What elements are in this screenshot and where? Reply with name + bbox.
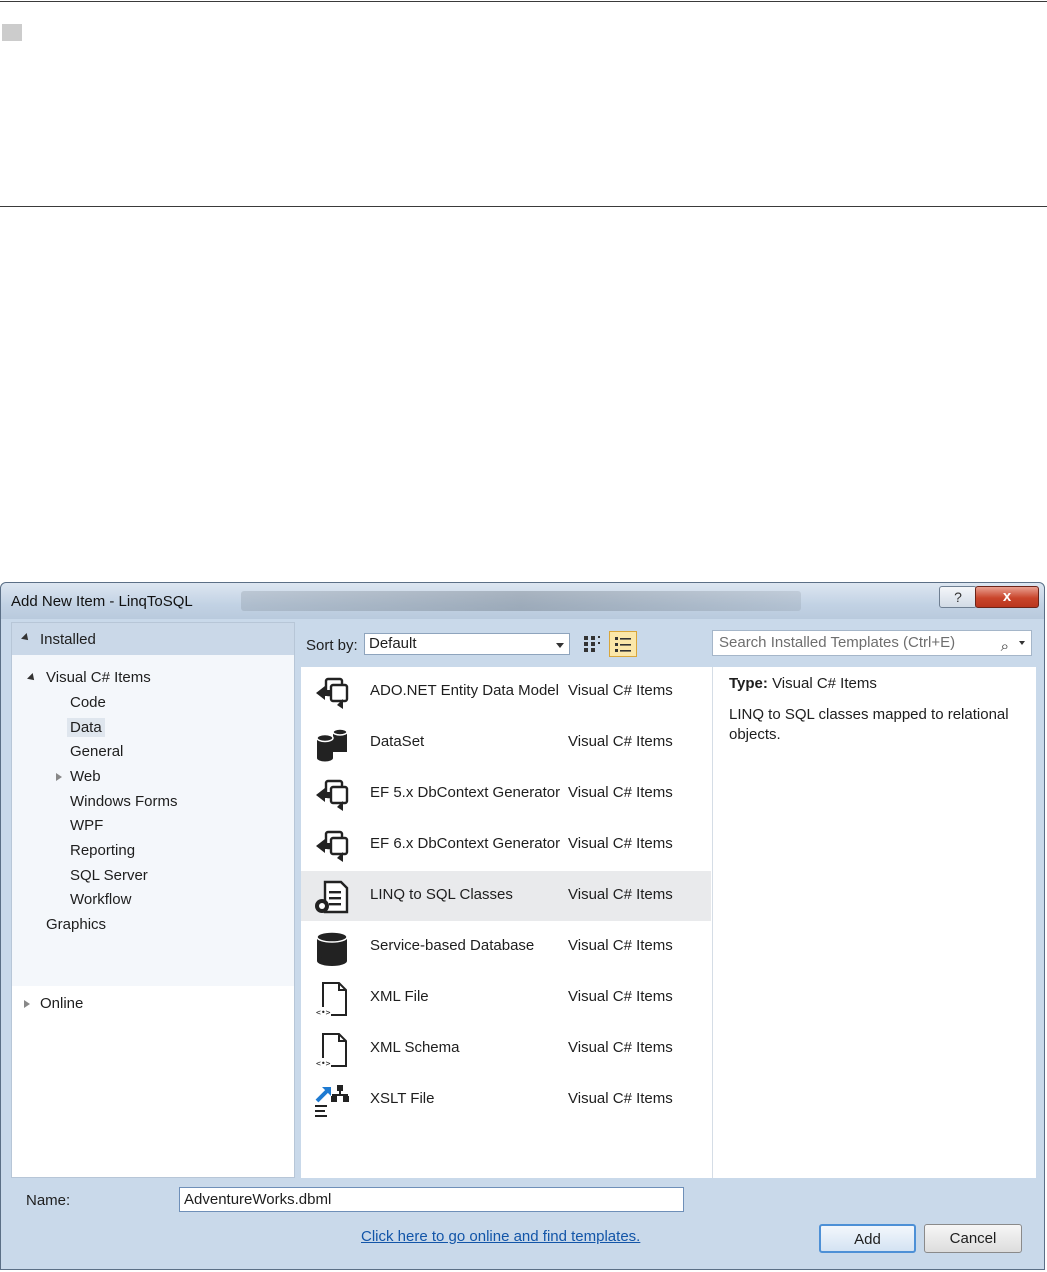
template-row-xml-schema[interactable]: <•> XML Schema Visual C# Items: [301, 1024, 711, 1074]
sort-by-label: Sort by:: [306, 637, 358, 654]
tree-item-code[interactable]: Code: [70, 694, 106, 711]
installed-label: Installed: [40, 631, 96, 648]
template-category: Visual C# Items: [568, 784, 673, 801]
template-list: ADO.NET Entity Data Model Visual C# Item…: [301, 667, 713, 1245]
type-label: Type:: [729, 675, 768, 692]
type-value: Visual C# Items: [772, 675, 877, 692]
template-name: ADO.NET Entity Data Model: [370, 682, 559, 699]
template-category: Visual C# Items: [568, 682, 673, 699]
tree-item-online[interactable]: Online: [40, 995, 83, 1012]
help-button[interactable]: ?: [939, 586, 977, 608]
name-label: Name:: [26, 1192, 71, 1209]
expanded-arrow-icon: [21, 633, 31, 643]
search-templates-input[interactable]: Search Installed Templates (Ctrl+E) ⌕: [712, 630, 1032, 656]
template-row-dataset[interactable]: DataSet Visual C# Items: [301, 718, 711, 768]
svg-text:<•>: <•>: [316, 1059, 331, 1068]
xslt-file-icon: [315, 1085, 349, 1117]
tree-item-visual-csharp-items[interactable]: Visual C# Items: [46, 669, 151, 686]
name-input[interactable]: AdventureWorks.dbml: [179, 1187, 684, 1212]
tree-item-sql-server[interactable]: SQL Server: [70, 867, 148, 884]
entity-model-icon: [316, 830, 349, 862]
template-category: Visual C# Items: [568, 835, 673, 852]
template-name: DataSet: [370, 733, 425, 750]
tree-item-wpf[interactable]: WPF: [70, 817, 103, 834]
template-category: Visual C# Items: [568, 1039, 673, 1056]
template-row-ef-6x-dbcontext-generator[interactable]: EF 6.x DbContext Generator Visual C# Ite…: [301, 820, 711, 870]
template-row-ef-5x-dbcontext-generator[interactable]: EF 5.x DbContext Generator Visual C# Ite…: [301, 769, 711, 819]
tree-item-workflow[interactable]: Workflow: [70, 891, 131, 908]
template-type: Type: Visual C# Items: [729, 675, 877, 692]
template-category: Visual C# Items: [568, 1090, 673, 1107]
template-name: LINQ to SQL Classes: [370, 886, 513, 903]
template-row-xslt-file[interactable]: XSLT File Visual C# Items: [301, 1075, 711, 1125]
tree-item-general[interactable]: General: [70, 743, 123, 760]
tree-item-windows-forms[interactable]: Windows Forms: [70, 793, 178, 810]
tree-item-data[interactable]: Data: [67, 718, 105, 737]
entity-model-icon: [316, 779, 349, 811]
close-button[interactable]: x: [975, 586, 1039, 608]
xml-file-icon: <•>: [315, 1033, 347, 1068]
medium-icons-view-icon[interactable]: [581, 633, 605, 655]
template-description: LINQ to SQL classes mapped to relational…: [729, 706, 1009, 743]
title-bar-background: [241, 591, 801, 611]
dialog-title: Add New Item - LinqToSQL: [11, 593, 193, 610]
page-marker: [2, 24, 22, 41]
list-view-icon: [615, 637, 631, 652]
online-section: Online: [12, 987, 294, 1177]
xml-file-icon: <•>: [315, 982, 347, 1017]
collapsed-arrow-icon[interactable]: [24, 1000, 30, 1008]
add-button[interactable]: Add: [819, 1224, 916, 1253]
template-row-service-based-database[interactable]: Service-based Database Visual C# Items: [301, 922, 711, 972]
template-name: Service-based Database: [370, 937, 535, 954]
template-category: Visual C# Items: [568, 886, 673, 903]
sort-by-dropdown[interactable]: Default: [364, 633, 570, 655]
collapsed-arrow-icon[interactable]: [56, 773, 62, 781]
cancel-button[interactable]: Cancel: [924, 1224, 1022, 1253]
installed-header[interactable]: Installed: [12, 623, 294, 655]
template-name: EF 6.x DbContext Generator: [370, 835, 561, 852]
chevron-down-icon: [556, 643, 564, 648]
close-icon: x: [1002, 588, 1012, 605]
help-icon: ?: [954, 589, 962, 605]
search-placeholder: Search Installed Templates (Ctrl+E): [719, 634, 956, 651]
svg-text:<•>: <•>: [316, 1008, 331, 1017]
template-category: Visual C# Items: [568, 988, 673, 1005]
list-view-button[interactable]: [609, 631, 637, 657]
sort-by-value: Default: [369, 635, 417, 652]
tree-item-web[interactable]: Web: [70, 768, 101, 785]
template-row-ado-net-entity-data-model[interactable]: ADO.NET Entity Data Model Visual C# Item…: [301, 667, 711, 717]
expanded-arrow-icon[interactable]: [27, 673, 37, 683]
template-name: XML Schema: [370, 1039, 460, 1056]
database-icon: [316, 931, 348, 966]
template-category: Visual C# Items: [568, 733, 673, 750]
entity-model-icon: [316, 677, 349, 709]
title-bar[interactable]: Add New Item - LinqToSQL ? x: [1, 583, 1044, 619]
template-name: XSLT File: [370, 1090, 435, 1107]
page-top-rule: [0, 1, 1047, 2]
template-category: Visual C# Items: [568, 937, 673, 954]
add-new-item-dialog: Add New Item - LinqToSQL ? x Installed V…: [0, 582, 1045, 1270]
template-description-pane: Type: Visual C# Items LINQ to SQL classe…: [713, 667, 1036, 1178]
linq-classes-icon: [315, 880, 349, 914]
category-pane: Installed Visual C# Items Code Data Gene…: [11, 622, 295, 1178]
find-templates-online-link[interactable]: Click here to go online and find templat…: [361, 1228, 640, 1245]
template-row-linq-to-sql-classes[interactable]: LINQ to SQL Classes Visual C# Items: [301, 871, 711, 921]
template-name: EF 5.x DbContext Generator: [370, 784, 561, 801]
dataset-icon: [316, 728, 348, 762]
search-options-chevron-icon[interactable]: [1019, 641, 1025, 645]
tree-item-graphics[interactable]: Graphics: [46, 916, 106, 933]
page-section-rule: [0, 206, 1047, 207]
template-row-xml-file[interactable]: <•> XML File Visual C# Items: [301, 973, 711, 1023]
tree-item-reporting[interactable]: Reporting: [70, 842, 135, 859]
template-name: XML File: [370, 988, 429, 1005]
search-icon[interactable]: ⌕: [1001, 635, 1009, 659]
